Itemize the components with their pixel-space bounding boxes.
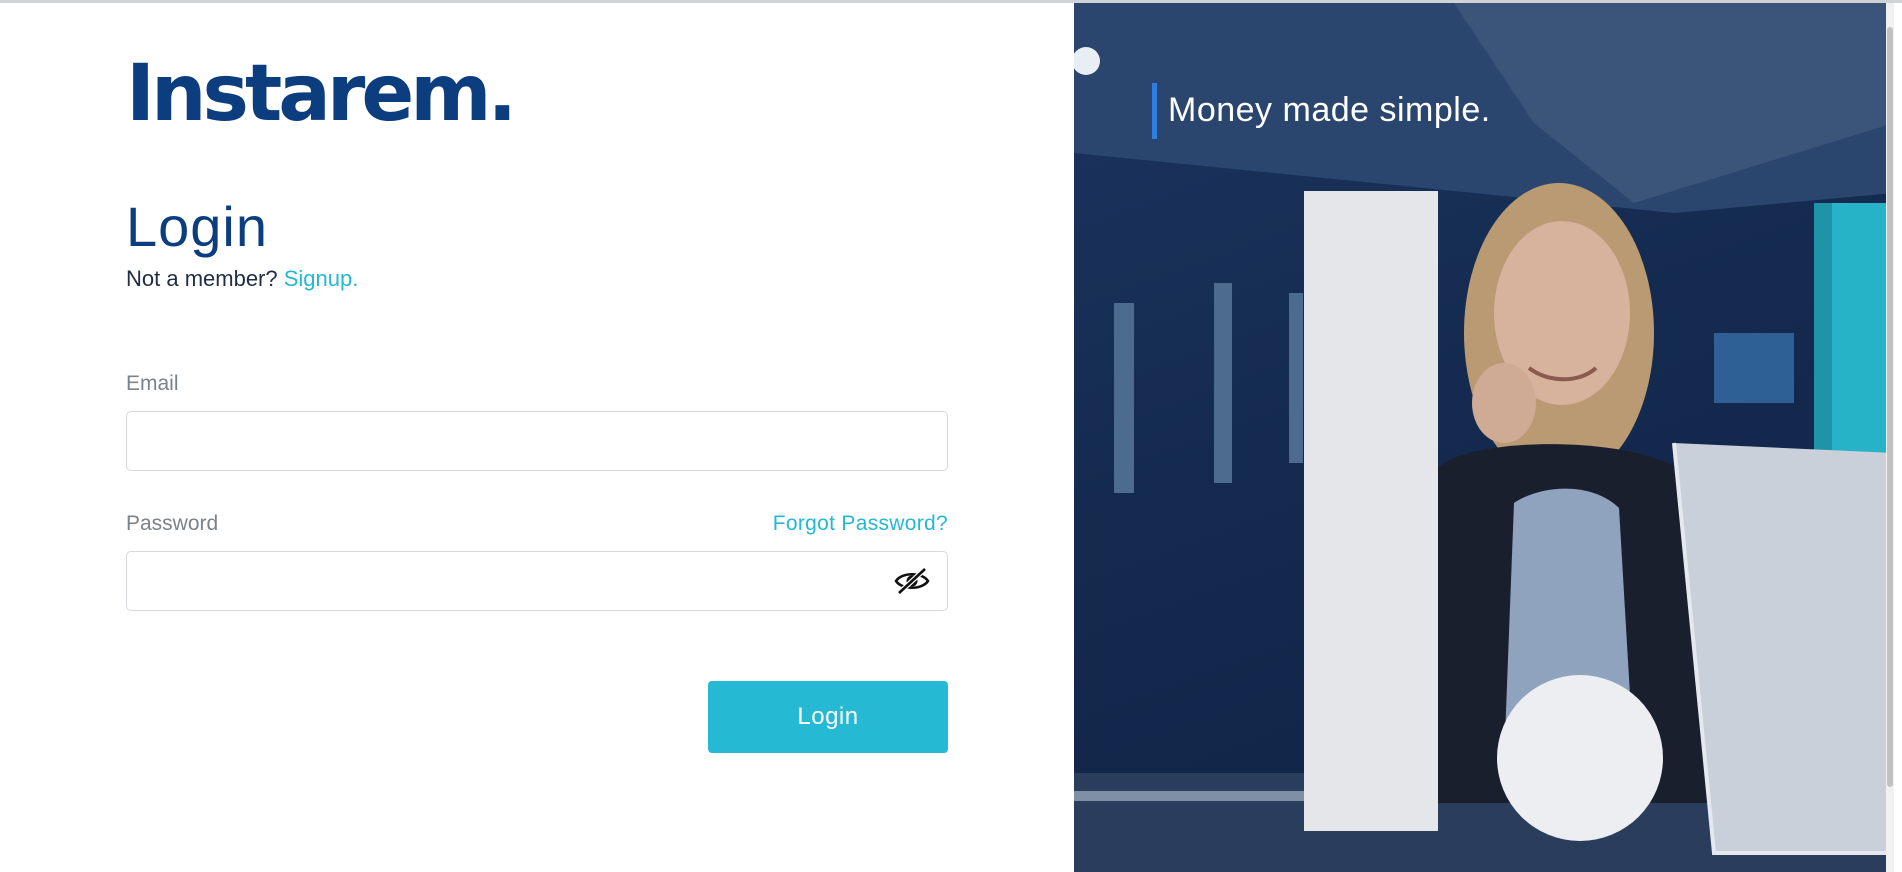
password-label: Password (126, 512, 219, 535)
eye-slash-icon[interactable] (893, 566, 931, 596)
email-label: Email (126, 372, 179, 395)
signup-link[interactable]: Signup. (284, 266, 359, 291)
hero-image (1074, 3, 1894, 872)
forgot-password-link[interactable]: Forgot Password? (773, 512, 948, 536)
instarem-logo[interactable]: Instarem. (126, 55, 517, 133)
member-prompt: Not a member? Signup. (126, 266, 358, 292)
scrollbar-thumb[interactable] (1887, 27, 1893, 787)
email-field[interactable] (126, 411, 948, 471)
hero-tagline: Money made simple. (1168, 91, 1491, 129)
login-button[interactable]: Login (708, 681, 948, 753)
tagline-accent-bar (1152, 83, 1157, 139)
scrollbar[interactable] (1886, 3, 1894, 872)
hero-panel: Money made simple. (1074, 3, 1894, 872)
member-prompt-text: Not a member? (126, 266, 278, 291)
page-title: Login (126, 195, 269, 258)
login-page: Instarem. Login Not a member? Signup. Em… (0, 0, 1902, 872)
login-panel: Instarem. Login Not a member? Signup. Em… (0, 3, 1074, 872)
password-field[interactable] (126, 551, 948, 611)
